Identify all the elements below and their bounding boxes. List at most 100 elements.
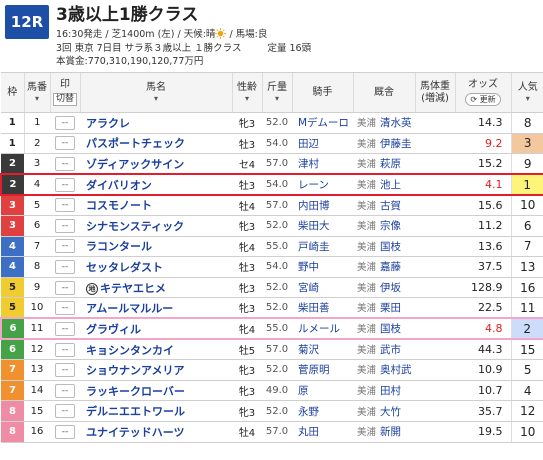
odds-refresh-button[interactable]: ⟳ 更新 xyxy=(465,93,501,106)
trainer-link[interactable]: 嘉藤 xyxy=(380,261,401,273)
jockey-link[interactable]: 柴田善 xyxy=(292,297,353,319)
table-row[interactable]: 6 12 -- キョシンタンカイ 牡5 57.0 菊沢 美浦 武市 44.3 15 xyxy=(1,338,543,361)
mark-select[interactable]: -- xyxy=(55,136,75,151)
odds-value: 22.5 xyxy=(455,297,511,319)
waku-number: 1 xyxy=(1,112,25,134)
trainer-link[interactable]: 清水英 xyxy=(380,117,412,129)
mark-select[interactable]: -- xyxy=(55,383,75,398)
trainer-link[interactable]: 武市 xyxy=(380,344,401,356)
mark-cell: -- xyxy=(50,400,80,422)
mark-select[interactable]: -- xyxy=(55,342,75,357)
stable-cell: 美浦 大竹 xyxy=(353,400,415,422)
trainer-link[interactable]: 宗像 xyxy=(380,220,401,232)
table-row[interactable]: 6 11 -- グラヴィル 牝4 55.0 ルメール 美浦 国枝 4.8 2 xyxy=(0,317,543,341)
mark-select[interactable]: -- xyxy=(55,404,75,419)
mark-select[interactable]: -- xyxy=(55,239,75,254)
race-number-badge[interactable]: 12R xyxy=(5,5,49,39)
horse-name-link[interactable]: キョシンタンカイ xyxy=(86,344,174,357)
col-weight[interactable]: 斤量 xyxy=(261,72,292,113)
table-row[interactable]: 4 8 -- セッタレダスト 牡3 54.0 野中 美浦 嘉藤 37.5 13 xyxy=(1,256,543,278)
trainer-link[interactable]: 古賀 xyxy=(380,200,401,212)
col-name[interactable]: 馬名 xyxy=(79,72,232,113)
trainer-link[interactable]: 伊藤圭 xyxy=(380,138,412,150)
table-row[interactable]: 7 14 -- ラッキークローバー 牝3 49.0 原美浦 田村 10.7 4 xyxy=(1,379,543,402)
mark-select[interactable]: -- xyxy=(55,156,75,171)
jockey-link[interactable]: 菅原明 xyxy=(292,359,353,381)
table-row[interactable]: 4 7 -- ラコンタール 牝4 55.0 戸崎圭 美浦 国枝 13.6 7 xyxy=(1,235,543,258)
trainer-link[interactable]: 大竹 xyxy=(380,406,401,418)
horse-name-link[interactable]: ダイバリオン xyxy=(86,179,152,192)
jockey-link[interactable]: 内田博 xyxy=(292,194,353,216)
jockey-link[interactable]: 野中 xyxy=(292,256,353,278)
mark-select[interactable]: -- xyxy=(55,198,75,213)
jockey-link[interactable]: 津村 xyxy=(292,153,353,175)
mark-select[interactable]: -- xyxy=(55,177,75,192)
mark-select[interactable]: -- xyxy=(55,259,75,274)
body-weight xyxy=(415,379,455,402)
table-row[interactable]: 1 2 -- パスポートチェック 牡3 54.0 田辺 美浦 伊藤圭 9.2 3 xyxy=(1,132,543,155)
horse-name-link[interactable]: デルニエエトワール xyxy=(86,405,185,418)
mark-select[interactable]: -- xyxy=(55,362,75,377)
mark-toggle-button[interactable]: 切替 xyxy=(52,93,77,106)
trainer-link[interactable]: 伊坂 xyxy=(380,282,401,294)
table-row[interactable]: 3 6 -- シナモンスティック 牝3 52.0 柴田大 美浦 宗像 11.2 6 xyxy=(1,214,543,237)
jockey-link[interactable]: Mデムーロ xyxy=(292,112,353,134)
horse-name-link[interactable]: ラッキークローバー xyxy=(86,385,185,398)
col-sexage[interactable]: 性齢 xyxy=(231,72,262,113)
table-row[interactable]: 1 1 -- アラクレ 牝3 52.0 Mデムーロ 美浦 清水英 14.3 8 xyxy=(1,112,543,134)
table-row[interactable]: 3 5 -- コスモノート 牡4 57.0 内田博 美浦 古賀 15.6 10 xyxy=(1,194,543,216)
horse-name-link[interactable]: アラクレ xyxy=(86,117,130,130)
jockey-link[interactable]: 丸田 xyxy=(292,420,353,443)
horse-name-link[interactable]: ラコンタール xyxy=(86,240,152,253)
table-row[interactable]: 5 10 -- アムールマルルー 牝3 52.0 柴田善 美浦 栗田 22.5 11 xyxy=(1,297,543,319)
table-row[interactable]: 5 9 -- 地キテヤエヒメ 牝3 52.0 宮崎 美浦 伊坂 128.9 16 xyxy=(1,276,543,299)
trainer-link[interactable]: 萩原 xyxy=(380,158,401,170)
table-row[interactable]: 8 15 -- デルニエエトワール 牝3 52.0 永野 美浦 大竹 35.7 12 xyxy=(1,400,543,422)
horse-name-link[interactable]: シナモンスティック xyxy=(86,220,184,233)
jockey-link[interactable]: 柴田大 xyxy=(292,214,353,237)
table-row[interactable]: 2 3 -- ゾディアックサイン セ4 57.0 津村 美浦 萩原 15.2 9 xyxy=(1,153,543,175)
trainer-link[interactable]: 池上 xyxy=(380,179,401,191)
horse-name-link[interactable]: パスポートチェック xyxy=(86,137,185,150)
table-row[interactable]: 7 13 -- ショウナンアメリア 牝3 52.0 菅原明 美浦 奥村武 10.9 5 xyxy=(1,359,543,381)
jockey-link[interactable]: 永野 xyxy=(292,400,353,422)
mark-select[interactable]: -- xyxy=(55,280,75,295)
horse-name-link[interactable]: セッタレダスト xyxy=(86,261,163,274)
table-row[interactable]: 2 4 -- ダイバリオン 牡3 54.0 レーン 美浦 池上 4.1 1 xyxy=(0,173,543,196)
horse-name-link[interactable]: コスモノート xyxy=(86,199,152,212)
jockey-link[interactable]: 原 xyxy=(292,379,353,402)
horse-name-link[interactable]: ショウナンアメリア xyxy=(86,364,184,377)
mark-select[interactable]: -- xyxy=(55,321,75,336)
horse-name-link[interactable]: グラヴィル xyxy=(86,323,141,336)
trainer-link[interactable]: 奥村武 xyxy=(380,364,412,376)
jockey-link[interactable]: 菊沢 xyxy=(292,338,353,361)
mark-select[interactable]: -- xyxy=(55,424,75,439)
odds-value: 4.8 xyxy=(455,317,511,341)
mark-select[interactable]: -- xyxy=(55,300,75,315)
jockey-link[interactable]: 宮崎 xyxy=(292,276,353,299)
jockey-link[interactable]: 戸崎圭 xyxy=(292,235,353,258)
col-umaban[interactable]: 馬番 xyxy=(23,72,50,113)
stable-cell: 美浦 新開 xyxy=(353,420,415,443)
popularity-rank: 11 xyxy=(510,297,543,319)
horse-name-link[interactable]: キテヤエヒメ xyxy=(100,282,166,295)
jockey-link[interactable]: 田辺 xyxy=(292,132,353,155)
trainer-link[interactable]: 国枝 xyxy=(380,241,401,253)
mark-select[interactable]: -- xyxy=(55,218,75,233)
horse-name-link[interactable]: アムールマルルー xyxy=(86,302,173,315)
mark-select[interactable]: -- xyxy=(55,115,75,130)
table-row[interactable]: 8 16 -- ユナイテッドハーツ 牡4 57.0 丸田 美浦 新開 19.5 10 xyxy=(1,420,543,443)
trainer-link[interactable]: 国枝 xyxy=(380,323,401,335)
trainer-link[interactable]: 栗田 xyxy=(380,302,401,314)
horse-name-link[interactable]: ゾディアックサイン xyxy=(86,158,184,171)
jockey-link[interactable]: ルメール xyxy=(292,317,353,341)
trainer-link[interactable]: 新開 xyxy=(380,426,401,438)
horse-name-link[interactable]: ユナイテッドハーツ xyxy=(86,426,185,439)
col-popularity[interactable]: 人気 xyxy=(510,72,543,113)
stable-region: 美浦 xyxy=(357,138,377,150)
mark-cell: -- xyxy=(50,338,80,361)
popularity-rank: 15 xyxy=(510,338,543,361)
trainer-link[interactable]: 田村 xyxy=(380,385,401,397)
jockey-link[interactable]: レーン xyxy=(292,173,353,196)
mark-cell: -- xyxy=(50,379,80,402)
